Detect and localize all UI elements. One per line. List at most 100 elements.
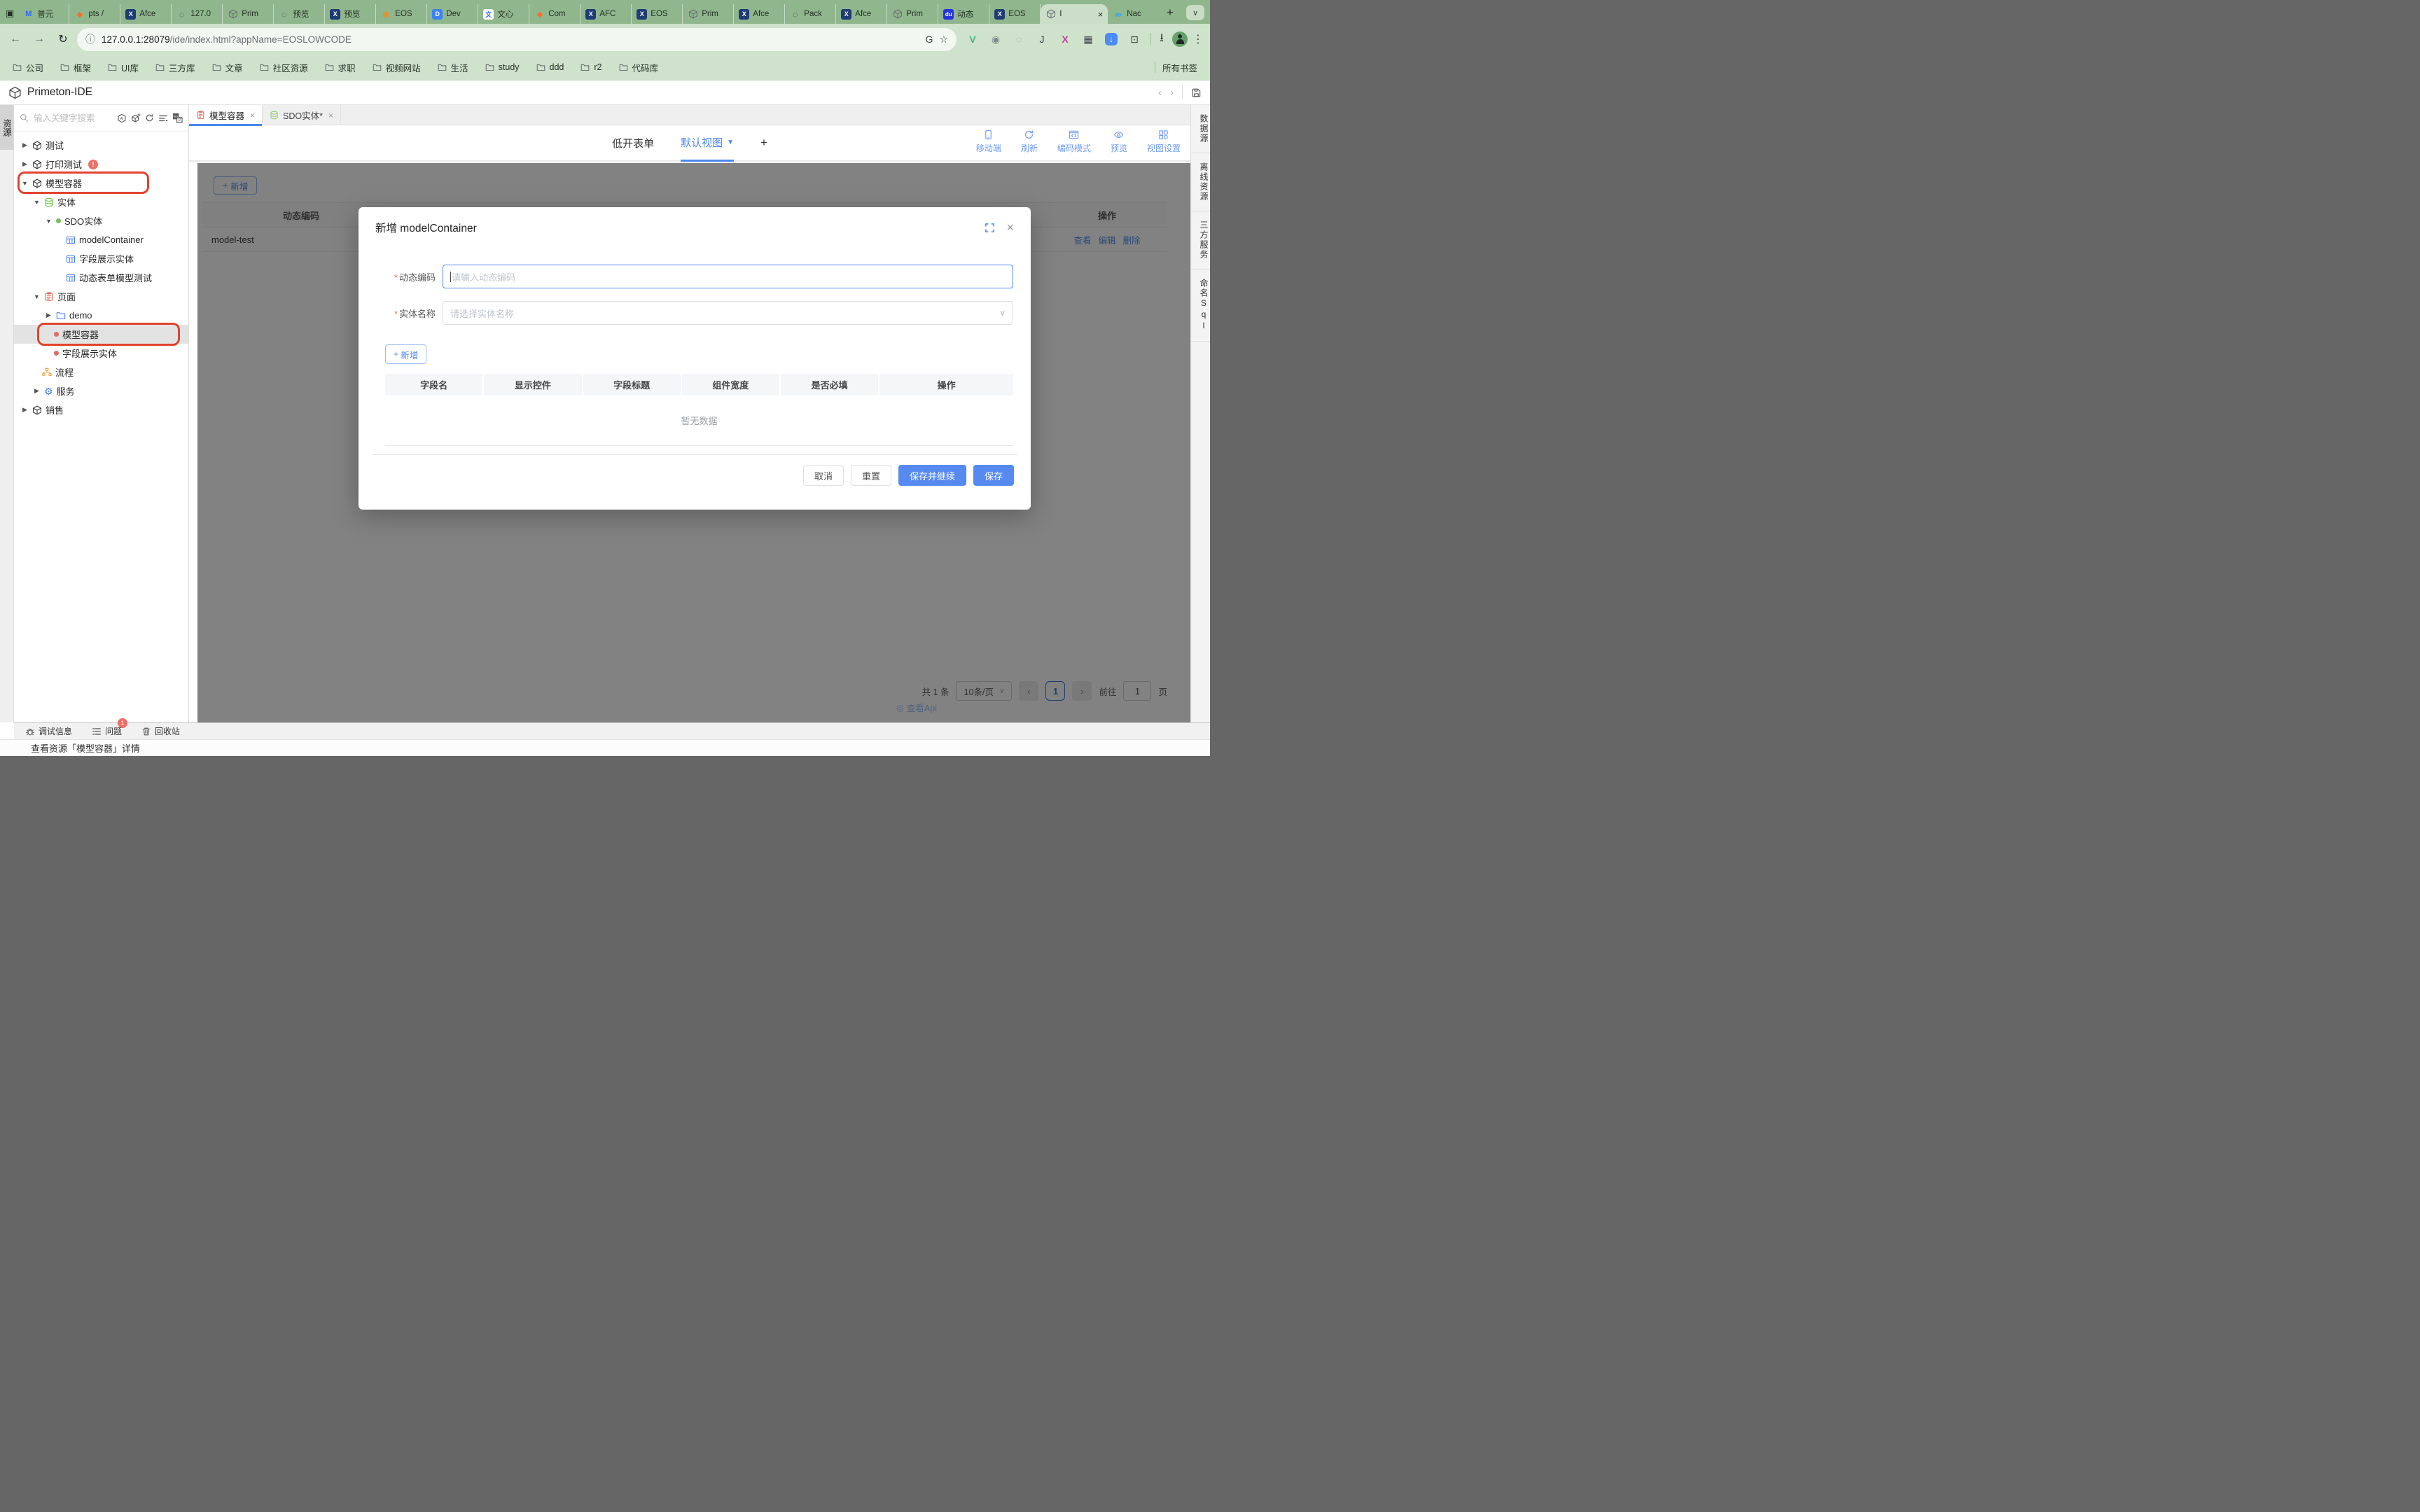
bottom-bar-item[interactable]: 调试信息	[25, 725, 72, 737]
bookmark-item[interactable]: 社区资源	[260, 61, 308, 74]
bookmark-item[interactable]: 文章	[212, 61, 243, 74]
browser-tab[interactable]: I×	[1041, 4, 1108, 24]
browser-tab[interactable]: ◌127.0	[172, 4, 223, 24]
browser-tab[interactable]: XAfce	[836, 4, 887, 24]
blue-download-icon[interactable]: ↓	[1105, 33, 1118, 46]
new-tab-button[interactable]: +	[1161, 4, 1179, 22]
save-and-continue-button[interactable]: 保存并继续	[898, 465, 966, 486]
tree-collapse-icon[interactable]: ▶	[21, 160, 29, 168]
profile-avatar[interactable]	[1172, 31, 1188, 47]
browser-tab[interactable]: Prim	[683, 4, 734, 24]
browser-tab[interactable]: ◌Pack	[785, 4, 836, 24]
x-ext-icon[interactable]: X	[1059, 33, 1071, 46]
recycle-bin-item[interactable]: 回收站	[141, 725, 180, 737]
tree-collapse-icon[interactable]: ▶	[45, 312, 53, 319]
close-icon[interactable]: ×	[1006, 221, 1014, 234]
tree-expand-icon[interactable]: ▼	[33, 293, 41, 300]
entity-name-select[interactable]: 请选择实体名称∨	[443, 301, 1013, 325]
browser-tab[interactable]: Prim	[887, 4, 938, 24]
rail-tab-item[interactable]: 离线资源	[1191, 153, 1210, 211]
add-view-button[interactable]: +	[760, 136, 767, 150]
save-icon[interactable]	[1191, 88, 1202, 98]
browser-tab[interactable]: ◆Com	[529, 4, 580, 24]
site-info-icon[interactable]: ⓘ	[85, 32, 95, 46]
tree-expand-icon[interactable]: ▼	[21, 180, 29, 187]
bookmark-item[interactable]: r2	[580, 61, 601, 74]
url-text[interactable]: 127.0.0.1:28079/ide/index.html?appName=E…	[102, 34, 919, 45]
tree-item[interactable]: ▶测试	[14, 136, 188, 155]
mobile-action[interactable]: 移动端	[976, 129, 1001, 154]
tree-expand-icon[interactable]: ▼	[45, 218, 53, 225]
view-settings-action[interactable]: 视图设置	[1147, 129, 1181, 154]
search-input[interactable]	[32, 113, 113, 124]
dialog-add-field-button[interactable]: +新增	[385, 344, 426, 364]
browser-tab[interactable]: XAfce	[120, 4, 172, 24]
back-icon[interactable]: ←	[6, 33, 25, 46]
browser-tab[interactable]: XEOS	[632, 4, 683, 24]
downloads-icon[interactable]: ⭳	[1155, 33, 1168, 46]
browser-tab[interactable]: Prim	[223, 4, 274, 24]
editor-tab[interactable]: SDO实体*×	[263, 105, 341, 125]
browser-tab[interactable]: XAFC	[580, 4, 632, 24]
bookmark-item[interactable]: 公司	[13, 61, 43, 74]
tree-item[interactable]: ▶⚙服务	[14, 382, 188, 400]
view-tab-default[interactable]: 默认视图▼	[681, 125, 734, 162]
ai-icon[interactable]: AI	[117, 113, 127, 123]
tab-search-icon[interactable]: ▣	[6, 8, 14, 19]
cancel-button[interactable]: 取消	[803, 465, 844, 486]
rail-tab-item[interactable]: 数据源	[1191, 105, 1210, 153]
fullscreen-icon[interactable]	[985, 223, 995, 233]
menu-dots-icon[interactable]: ⋮	[1192, 33, 1204, 46]
save-button[interactable]: 保存	[973, 465, 1014, 486]
all-bookmarks[interactable]: 所有书签	[1155, 61, 1197, 74]
tree-item[interactable]: 动态表单模型测试	[14, 268, 188, 287]
code-action[interactable]: 编码模式	[1057, 129, 1091, 154]
tree-collapse-icon[interactable]: ▶	[33, 387, 41, 395]
editor-tab[interactable]: 模型容器×	[189, 105, 263, 125]
tree-item[interactable]: ▶销售	[14, 400, 188, 419]
bookmark-item[interactable]: ddd	[536, 61, 564, 74]
collapse-all-icon[interactable]	[158, 113, 168, 123]
browser-tab[interactable]: XAfce	[734, 4, 785, 24]
status-dot-icon[interactable]: ◌	[1013, 33, 1025, 46]
translate-icon[interactable]: En文	[172, 113, 183, 123]
vue-icon[interactable]: V	[966, 33, 979, 46]
tree-item[interactable]: ▼SDO实体	[14, 211, 188, 230]
browser-tab[interactable]: du动态	[938, 4, 989, 24]
rail-tab-item[interactable]: 三方服务	[1191, 211, 1210, 270]
bookmark-item[interactable]: 生活	[438, 61, 468, 74]
bookmark-item[interactable]: 三方库	[155, 61, 195, 74]
bookmark-item[interactable]: study	[485, 61, 520, 74]
rail-tab-item[interactable]: 命名Sql	[1191, 270, 1210, 342]
tree-item[interactable]: ▼页面	[14, 287, 188, 306]
tree-collapse-icon[interactable]: ▶	[21, 406, 29, 414]
browser-tab[interactable]: DDev	[427, 4, 478, 24]
extensions-puzzle-icon[interactable]: ⊡	[1128, 33, 1141, 46]
tree-item[interactable]: ▶demo	[14, 306, 188, 325]
tree-item[interactable]: ▶打印测试!	[14, 155, 188, 174]
forward-icon[interactable]: →	[29, 33, 49, 46]
refresh-blue-action[interactable]: 刷新	[1021, 129, 1038, 154]
qr-ext-icon[interactable]: ▦	[1082, 33, 1094, 46]
tree-item[interactable]: modelContainer	[14, 230, 188, 249]
tab-close-icon[interactable]: ×	[250, 111, 255, 120]
bookmark-item[interactable]: 代码库	[619, 61, 659, 74]
history-forward-icon[interactable]: ›	[1170, 87, 1174, 99]
bookmark-item[interactable]: UI库	[108, 61, 139, 74]
add-resource-icon[interactable]	[131, 113, 141, 123]
tab-close-icon[interactable]: ×	[1098, 9, 1104, 20]
browser-tab[interactable]: XEOS	[989, 4, 1041, 24]
reset-button[interactable]: 重置	[851, 465, 891, 486]
tree-item[interactable]: 字段展示实体	[14, 344, 188, 363]
j-ext-icon[interactable]: J	[1036, 33, 1048, 46]
tree-item[interactable]: ▼实体	[14, 192, 188, 211]
browser-tab[interactable]: 文文心	[478, 4, 529, 24]
browser-tab[interactable]: X预览	[325, 4, 376, 24]
rail-tab-resources[interactable]: 资源	[0, 105, 13, 150]
address-bar[interactable]: ⓘ 127.0.0.1:28079/ide/index.html?appName…	[77, 28, 957, 51]
tree-item[interactable]: 字段展示实体	[14, 249, 188, 268]
refresh-icon[interactable]	[145, 113, 154, 122]
tree-item[interactable]: 流程	[14, 363, 188, 382]
tab-close-icon[interactable]: ×	[328, 111, 333, 120]
dynamic-code-input[interactable]: 请输入动态编码	[443, 265, 1013, 288]
